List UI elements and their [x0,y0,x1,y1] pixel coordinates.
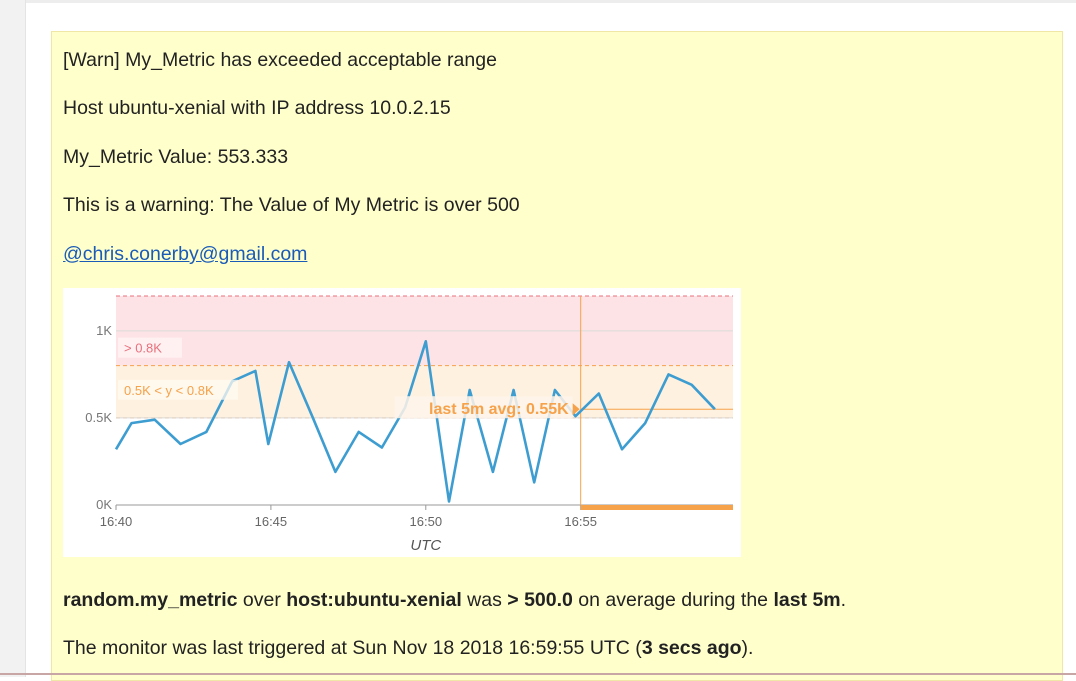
summary-text-4: . [840,589,847,611]
x-tick-label: 16:55 [564,514,597,529]
y-tick-label: 1K [96,323,112,338]
x-tick-label: 16:40 [100,514,133,529]
summary-text-3: on average during the [572,589,774,611]
x-tick-label: 16:50 [410,514,443,529]
evaluation-window-bar [580,505,733,510]
summary-text-2: was [461,589,508,611]
top-strip [26,0,1076,3]
triggered-suffix: ). [741,637,754,659]
y-tick-label: 0.5K [85,410,112,425]
time-window: last 5m [773,589,841,611]
summary-text-1: over [237,589,287,611]
x-axis-title: UTC [410,537,441,554]
warning-line: This is a warning: The Value of My Metri… [63,194,520,216]
mention-link[interactable]: @chris.conerby@gmail.com [63,243,307,265]
metric-chart: 0K 0.5K 1K 16:40 16:45 16:50 16:55 UTC > 0.8K 0.5… [63,288,741,557]
y-tick-label: 0K [96,497,112,512]
bottom-divider [0,673,1076,675]
alert-message: [Warn] My_Metric has exceeded acceptable… [51,31,1063,681]
triggered-ago: 3 secs ago [641,637,742,659]
alert-title: [Warn] My_Metric has exceeded acceptable… [63,49,497,71]
metric-value-line: My_Metric Value: 553.333 [63,146,289,168]
host-line: Host ubuntu-xenial with IP address 10.0.… [63,97,451,119]
chart-svg: 0K 0.5K 1K 16:40 16:45 16:50 16:55 UTC > 0.8K 0.5… [85,295,733,554]
critical-band-label: > 0.8K [124,341,162,356]
condition: > 500.0 [507,589,573,611]
left-gutter [0,0,26,677]
warning-band-label: 0.5K < y < 0.8K [124,383,214,398]
metric-name: random.my_metric [63,589,238,611]
summary-line: random.my_metric over host:ubuntu-xenial… [63,588,846,612]
avg-label: last 5m avg: 0.55K [429,401,569,418]
scope-name: host:ubuntu-xenial [286,589,462,611]
x-tick-label: 16:45 [255,514,288,529]
triggered-line: The monitor was last triggered at Sun No… [63,636,753,660]
triggered-prefix: The monitor was last triggered at Sun No… [63,637,642,659]
